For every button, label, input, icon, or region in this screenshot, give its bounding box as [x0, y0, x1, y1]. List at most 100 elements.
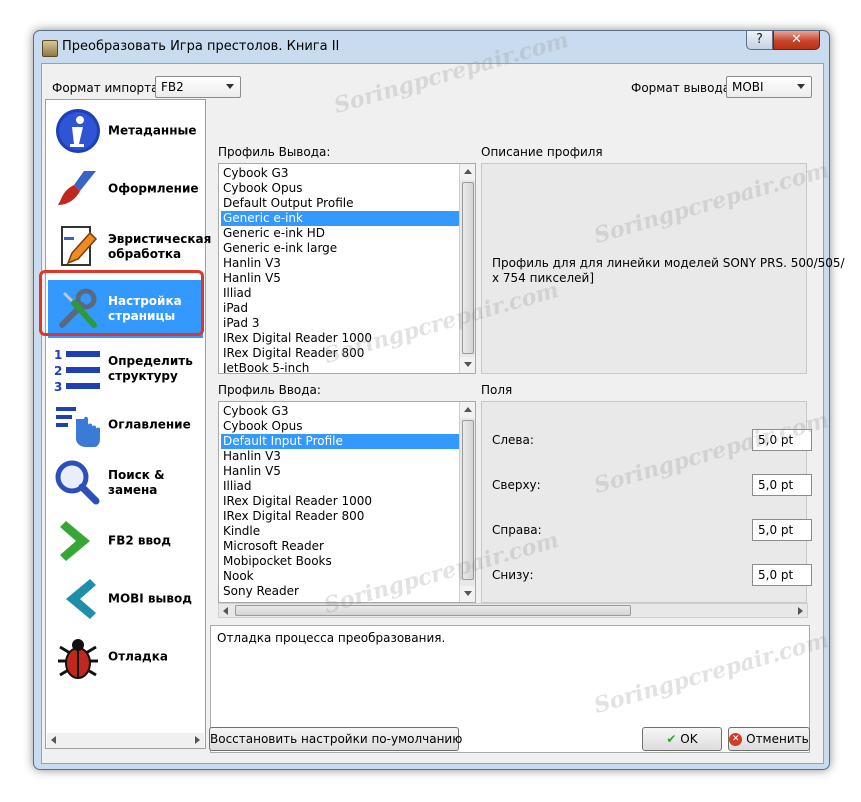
output-list-item[interactable]: Cybook G3: [221, 166, 460, 181]
window-title: Преобразовать Игра престолов. Книга II: [62, 39, 340, 54]
input-list-item[interactable]: Kindle: [221, 524, 460, 539]
input-list-item[interactable]: IRex Digital Reader 1000: [221, 494, 460, 509]
input-profile-list[interactable]: Cybook G3 Cybook Opus Default Input Profil…: [218, 401, 476, 603]
sidebar-item-label: FB2 ввод: [108, 533, 171, 548]
ok-button[interactable]: ✔ OK: [642, 727, 722, 751]
sidebar-horizontal-scrollbar[interactable]: [47, 733, 204, 748]
input-list-item[interactable]: Cybook Opus: [221, 419, 460, 434]
output-list-item[interactable]: IRex Digital Reader 800: [221, 346, 460, 361]
chevron-down-icon: [226, 84, 234, 89]
help-button[interactable]: ?: [746, 31, 773, 50]
sidebar-item-look-feel[interactable]: Оформление: [48, 160, 203, 218]
document-pencil-icon: [61, 226, 98, 266]
scroll-up-icon: [464, 407, 472, 412]
margin-top-value: 5,0 pt: [758, 478, 794, 492]
input-list-item[interactable]: IRex Digital Reader 800: [221, 509, 460, 524]
output-profile-list[interactable]: Cybook G3 Cybook Opus Default Output Profi…: [218, 163, 476, 374]
title-bar[interactable]: Преобразовать Игра престолов. Книга II ?…: [34, 31, 829, 63]
output-format-value: MOBI: [732, 80, 764, 94]
sidebar-item-toc[interactable]: Оглавление: [48, 396, 203, 454]
sidebar-item-debug[interactable]: Отладка: [48, 628, 203, 686]
margins-box: Слева: 5,0 pt Сверху: 5,0 pt Справа: 5,0…: [481, 401, 812, 603]
magnifier-icon: [55, 460, 100, 505]
output-list-item[interactable]: JetBook 5-inch: [221, 361, 460, 373]
cancel-button-label: Отменить: [746, 732, 809, 746]
input-list-item[interactable]: Illiad: [221, 479, 460, 494]
sidebar-item-fb2-input[interactable]: FB2 ввод: [48, 512, 203, 570]
profile-description-line-2: x 754 пикселей]: [492, 271, 595, 285]
green-arrow-icon: [60, 521, 90, 561]
svg-text:1: 1: [54, 348, 62, 362]
numbered-list-icon: 1 2 3: [54, 348, 100, 393]
margin-top-spinbox[interactable]: 5,0 pt: [752, 474, 812, 496]
output-list-item[interactable]: Cybook Opus: [221, 181, 460, 196]
sidebar-item-label: Оформление: [108, 181, 199, 196]
output-format-label: Формат вывода:: [631, 81, 735, 95]
margin-left-spinbox[interactable]: 5,0 pt: [752, 429, 812, 451]
margin-right-label: Справа:: [492, 523, 542, 537]
sidebar-item-label: Эвристическая обработка: [108, 232, 212, 261]
input-list-item[interactable]: Nook: [221, 569, 460, 584]
output-list-item[interactable]: Hanlin V3: [221, 256, 460, 271]
margin-right-value: 5,0 pt: [758, 523, 794, 537]
margin-bottom-value: 5,0 pt: [758, 568, 794, 582]
sidebar-item-label: Отладка: [108, 649, 168, 664]
output-list-item[interactable]: Generic e-ink large: [221, 241, 460, 256]
selection-highlight-ring: [39, 270, 204, 336]
sidebar: Метаданные Оформление Эвристическая обра…: [45, 99, 211, 749]
close-button[interactable]: ✕: [773, 31, 820, 50]
input-list-item[interactable]: Cybook G3: [221, 404, 460, 419]
sidebar-item-metadata[interactable]: Метаданные: [48, 102, 203, 160]
output-list-item[interactable]: Hanlin V5: [221, 271, 460, 286]
page-horizontal-scrollbar[interactable]: [218, 603, 808, 618]
margin-bottom-spinbox[interactable]: 5,0 pt: [752, 564, 812, 586]
cancel-button[interactable]: ✕ Отменить: [728, 727, 810, 751]
output-list-item[interactable]: iPad 3: [221, 316, 460, 331]
sidebar-item-label: Поиск & замена: [108, 468, 165, 497]
profile-description-line-1: Профиль для для линейки моделей SONY PRS…: [492, 256, 845, 270]
restore-defaults-button[interactable]: Восстановить настройки по-умолчанию: [209, 727, 462, 751]
input-list-item[interactable]: Hanlin V5: [221, 464, 460, 479]
margin-right-spinbox[interactable]: 5,0 pt: [752, 519, 812, 541]
input-list-item[interactable]: Microsoft Reader: [221, 539, 460, 554]
input-list-item[interactable]: Sony Reader: [221, 584, 460, 599]
converter-window: Преобразовать Игра престолов. Книга II ?…: [33, 30, 845, 770]
sidebar-item-label: Метаданные: [108, 123, 197, 138]
output-list-item[interactable]: Generic e-ink HD: [221, 226, 460, 241]
input-list-item[interactable]: Hanlin V3: [221, 449, 460, 464]
scroll-right-icon: [195, 736, 200, 744]
scroll-right-icon: [798, 607, 803, 615]
sidebar-item-structure[interactable]: 1 2 3 Определить структуру: [48, 340, 203, 398]
ok-button-label: OK: [680, 732, 698, 746]
output-list-item[interactable]: Illiad: [221, 286, 460, 301]
debug-output-text: Отладка процесса преобразования.: [217, 631, 446, 645]
input-profile-scrollbar[interactable]: [459, 402, 475, 602]
import-format-select[interactable]: FB2: [155, 76, 241, 98]
input-list-item[interactable]: Mobipocket Books: [221, 554, 460, 569]
output-list-item[interactable]: Default Output Profile: [221, 196, 460, 211]
scroll-down-icon: [464, 362, 472, 367]
bug-icon: [58, 639, 98, 679]
margin-bottom-label: Снизу:: [492, 568, 534, 582]
app-book-icon: [42, 40, 58, 57]
output-list-item[interactable]: IRex Digital Reader 1000: [221, 331, 460, 346]
output-format-select[interactable]: MOBI: [726, 76, 812, 98]
output-list-item[interactable]: Generic e-ink: [221, 211, 460, 226]
margins-label: Поля: [481, 383, 513, 397]
sidebar-item-search-replace[interactable]: Поиск & замена: [48, 454, 203, 512]
dialog-client-area: Формат импорта: FB2 Формат вывода: MOBI …: [39, 63, 845, 764]
input-list-item[interactable]: Default Input Profile: [221, 434, 460, 449]
scroll-thumb[interactable]: [462, 182, 474, 354]
sidebar-item-mobi-output[interactable]: MOBI вывод: [48, 570, 203, 628]
sidebar-item-heuristics[interactable]: Эвристическая обработка: [48, 218, 211, 276]
scroll-down-icon: [464, 591, 472, 596]
paintbrush-icon: [58, 171, 96, 205]
svg-text:3: 3: [54, 380, 62, 393]
input-profile-label: Профиль Ввода:: [218, 383, 321, 397]
output-profile-scrollbar[interactable]: [459, 164, 475, 373]
output-list-item[interactable]: iPad: [221, 301, 460, 316]
chevron-down-icon: [797, 84, 805, 89]
scroll-thumb[interactable]: [462, 420, 474, 580]
svg-text:2: 2: [54, 364, 62, 378]
scroll-thumb[interactable]: [235, 605, 631, 616]
